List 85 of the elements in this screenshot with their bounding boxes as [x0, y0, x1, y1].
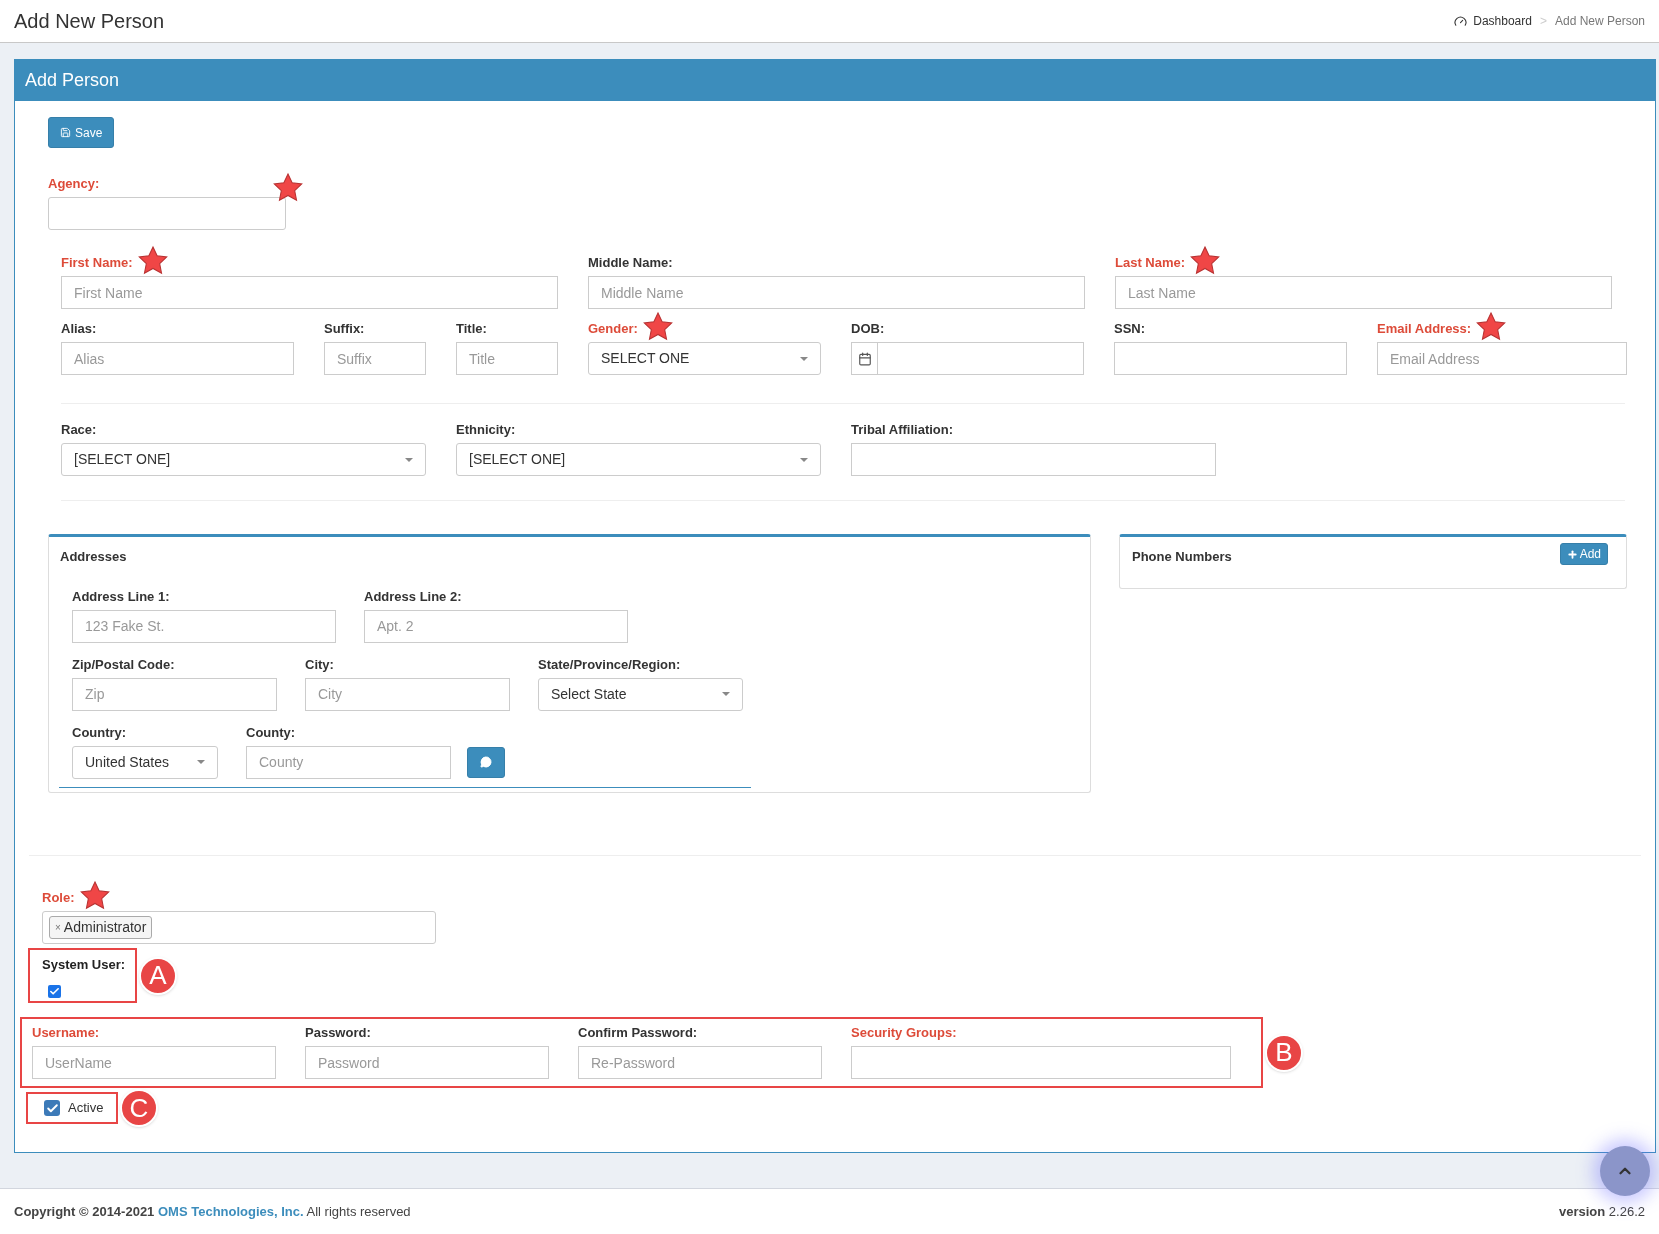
agency-input[interactable] [48, 197, 286, 230]
field-label: First Name: [61, 256, 133, 269]
breadcrumb-link[interactable]: Dashboard [1454, 12, 1532, 30]
box-title: Phone Numbers [1132, 548, 1232, 566]
role-multiselect[interactable]: × Administrator [42, 911, 436, 944]
text-input[interactable]: Title [456, 342, 558, 375]
field-label: Email Address: [1377, 322, 1472, 335]
caret-icon [800, 457, 808, 462]
plus-icon [1566, 548, 1578, 560]
breadcrumb-separator: > [1539, 13, 1547, 30]
text-input[interactable]: Alias [61, 342, 294, 375]
text-input[interactable]: Re-Password [578, 1046, 822, 1079]
field-label: DOB: [851, 322, 885, 335]
field-label: Role: [42, 891, 75, 904]
text-input[interactable]: City [305, 677, 510, 711]
text-input[interactable] [1114, 342, 1347, 375]
text-input[interactable]: Last Name [1115, 276, 1612, 309]
checkbox[interactable] [44, 1100, 60, 1116]
text-input[interactable] [851, 443, 1216, 476]
caret-icon [800, 356, 808, 361]
comment-button[interactable] [467, 746, 505, 778]
role-tag[interactable]: × Administrator [49, 916, 153, 939]
speech-bubble-icon [480, 756, 492, 768]
text-input[interactable]: Middle Name [588, 276, 1085, 309]
field-label: Last Name: [1115, 256, 1186, 269]
field-label: SSN: [1114, 322, 1146, 335]
checkbox-label: Active [68, 1099, 104, 1118]
text-input[interactable]: 123 Fake St. [72, 609, 336, 643]
save-button[interactable]: Save [48, 117, 115, 148]
dashboard-icon [1454, 14, 1468, 28]
box-title: Addresses [59, 548, 128, 566]
field-label: Race: [61, 423, 97, 436]
field-label: County: [246, 725, 296, 739]
field-label: Title: [456, 322, 487, 335]
callout-letter: A [139, 956, 177, 995]
caret-icon [197, 760, 205, 764]
page-title: Add New Person [14, 9, 165, 34]
text-input[interactable]: First Name [61, 276, 558, 309]
field-label: Gender: [588, 322, 638, 335]
field-label: Password: [305, 1026, 371, 1039]
text-input[interactable]: County [246, 745, 451, 779]
field-label: Zip/Postal Code: [72, 657, 175, 671]
text-input[interactable]: Email Address [1377, 342, 1627, 375]
select-dropdown[interactable]: [SELECT ONE] [456, 443, 821, 476]
select-dropdown[interactable]: SELECT ONE [588, 342, 821, 375]
field-label: Ethnicity: [456, 423, 516, 436]
field-label: Middle Name: [588, 256, 673, 269]
text-input[interactable]: Apt. 2 [364, 609, 628, 643]
field-label: Address Line 1: [72, 589, 170, 603]
callout-letter: B [1265, 1033, 1303, 1072]
field-label: Confirm Password: [578, 1026, 698, 1039]
field-label: Address Line 2: [364, 589, 462, 603]
text-input[interactable] [851, 1046, 1231, 1079]
field-label: Country: [72, 725, 127, 739]
field-label: State/Province/Region: [538, 657, 681, 671]
field-label: City: [305, 657, 334, 671]
select-dropdown[interactable]: United States [72, 745, 218, 779]
field-label: Agency: [48, 177, 100, 190]
field-label: Tribal Affiliation: [851, 423, 954, 436]
remove-tag-icon[interactable]: × [55, 920, 61, 935]
field-label: Alias: [61, 322, 97, 335]
breadcrumb-current: Add New Person [1554, 13, 1645, 30]
text-input[interactable]: Password [305, 1046, 549, 1079]
text-input[interactable]: Zip [72, 677, 277, 711]
caret-icon [722, 692, 730, 696]
field-label: Security Groups: [851, 1026, 957, 1039]
callout-letter: C [120, 1089, 158, 1127]
text-input[interactable]: Suffix [324, 342, 426, 375]
calendar-addon[interactable] [851, 342, 878, 375]
checkbox[interactable] [48, 984, 61, 998]
field-label: Username: [32, 1026, 100, 1039]
copyright-text: Copyright © 2014-2021 OMS Technologies, Inc. All rights reserved [14, 1202, 411, 1221]
field-label: System User: [42, 956, 127, 974]
select-dropdown[interactable]: [SELECT ONE] [61, 443, 426, 476]
company-link[interactable]: OMS Technologies, Inc. [158, 1203, 304, 1219]
text-input[interactable]: UserName [32, 1046, 276, 1079]
add-button[interactable]: Add [1559, 543, 1608, 565]
field-label: Suffix: [324, 322, 365, 335]
version-text: version 2.26.2 [1558, 1202, 1645, 1221]
calendar-icon [857, 351, 872, 366]
panel-title: Add Person [25, 69, 120, 92]
caret-icon [405, 457, 413, 462]
date-input[interactable] [878, 342, 1084, 375]
select-dropdown[interactable]: Select State [538, 677, 743, 711]
floppy-icon [60, 127, 71, 138]
